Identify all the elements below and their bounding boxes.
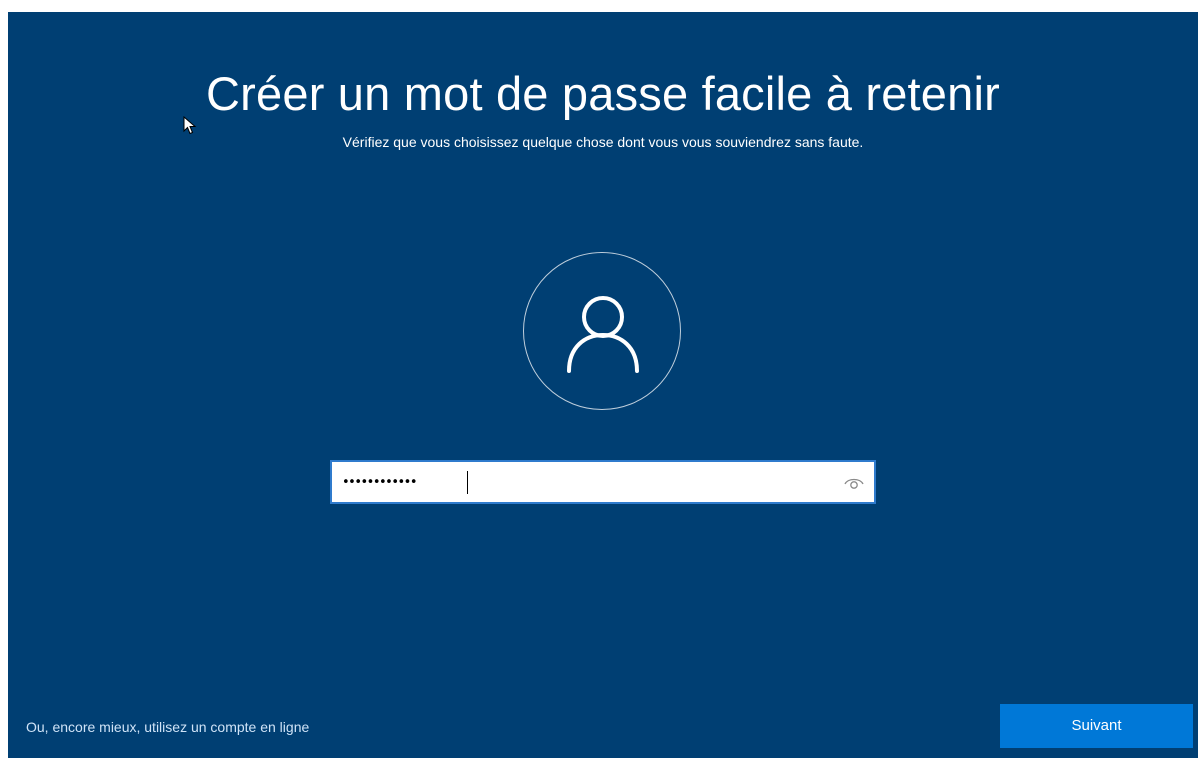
mouse-pointer-icon — [183, 116, 197, 135]
reveal-password-button[interactable] — [842, 472, 866, 492]
next-button[interactable]: Suivant — [1000, 704, 1193, 748]
avatar — [523, 252, 681, 410]
online-account-link[interactable]: Ou, encore mieux, utilisez un compte en … — [26, 718, 309, 736]
eye-icon — [844, 478, 864, 489]
page-title: Créer un mot de passe facile à retenir — [206, 67, 1000, 120]
setup-screen: Créer un mot de passe facile à retenir V… — [8, 12, 1198, 758]
password-input[interactable]: •••••••••••• — [330, 460, 876, 504]
user-icon — [567, 296, 639, 373]
text-caret — [467, 471, 468, 494]
password-value: •••••••••••• — [342, 475, 418, 490]
